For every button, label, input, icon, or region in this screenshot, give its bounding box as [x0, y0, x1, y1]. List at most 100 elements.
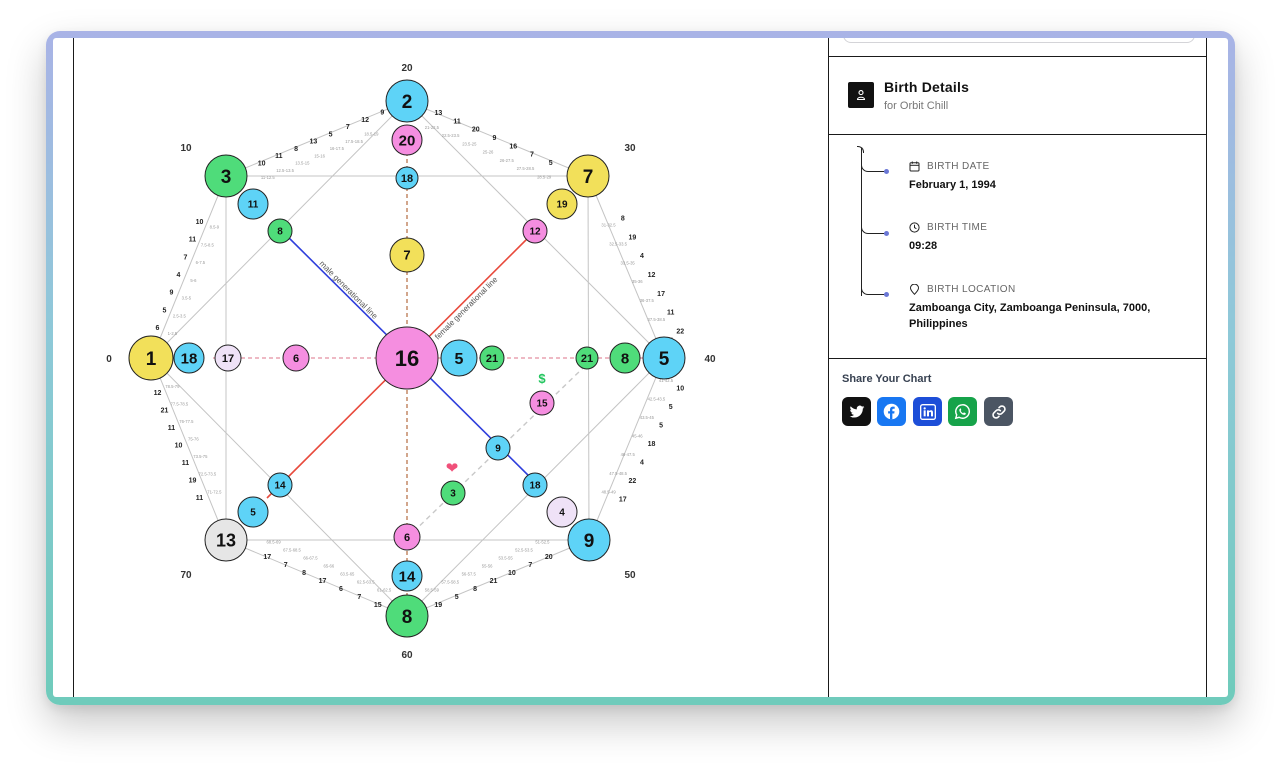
tick-top-right-age-range: 28.5-29	[537, 174, 552, 179]
tick-top-right-age-range: 26-27.5	[500, 158, 515, 163]
search-field-stub[interactable]	[843, 38, 1195, 43]
matrix-node-tr-2-value: 19	[556, 200, 568, 211]
tick-bottom-right-age-range: 53.5-55	[498, 555, 513, 560]
matrix-node-left-3-value: 17	[222, 353, 234, 365]
age-label-40: 40	[704, 354, 716, 365]
tick-bottom-right-age-range: 56-57.5	[462, 571, 477, 576]
tick-top-right-age-value: 11	[453, 118, 461, 125]
matrix-node-bl-3-value: 14	[274, 481, 286, 492]
matrix-node-money-value: 15	[536, 399, 548, 410]
tick-left-lower-age-value: 21	[161, 407, 169, 414]
tick-right-lower-age-value: 17	[619, 497, 627, 504]
whatsapp-icon	[954, 404, 970, 420]
tick-bottom-left-age-range: 62.5-63.5	[357, 579, 375, 584]
tick-left-lower-age-value: 10	[175, 443, 183, 450]
app-window: male generational line female generationa…	[53, 38, 1228, 697]
whatsapp-share-button[interactable]	[948, 397, 977, 426]
linkedin-share-button[interactable]	[913, 397, 942, 426]
tick-bottom-left-age-range: 67.5-68.5	[283, 547, 301, 552]
birth-date-value: February 1, 1994	[909, 179, 996, 191]
tick-left-lower-age-value: 11	[168, 425, 176, 432]
matrix-node-br-3-value: 18	[529, 481, 541, 492]
tick-top-right-age-value: 9	[493, 135, 497, 142]
timeline-dot	[884, 292, 889, 297]
timeline-branch	[861, 163, 886, 172]
twitter-share-button[interactable]	[842, 397, 871, 426]
tick-right-lower-age-value: 10	[676, 385, 684, 392]
map-pin-icon	[909, 284, 920, 295]
facebook-share-button[interactable]	[877, 397, 906, 426]
tick-top-right-age-value: 16	[509, 143, 517, 150]
tick-right-upper-age-range: 37.5-38.5	[648, 317, 666, 322]
matrix-node-tr-3-value: 12	[529, 227, 541, 238]
birth-location-label: BIRTH LOCATION	[909, 284, 1016, 295]
matrix-node-bottom-2-value: 14	[399, 568, 416, 585]
birth-details-title: Birth Details	[884, 79, 970, 95]
tick-right-upper-age-value: 4	[640, 253, 644, 260]
tick-left-lower-age-range: 72.5-73.5	[199, 472, 217, 477]
matrix-node-right-center-value: 5	[455, 351, 464, 368]
matrix-node-9-value: 9	[584, 531, 595, 552]
timeline-line	[861, 148, 862, 296]
tick-right-upper-age-value: 12	[648, 272, 656, 279]
tick-bottom-right-age-range: 57.5-58.5	[441, 579, 459, 584]
tick-bottom-left-age-value: 7	[357, 594, 361, 601]
age-label-70: 70	[180, 570, 192, 581]
timeline-branch	[861, 286, 886, 295]
age-label-0: 0	[106, 354, 112, 365]
copy-link-button[interactable]	[984, 397, 1013, 426]
tick-bottom-right-age-value: 10	[508, 570, 516, 577]
tick-bottom-left-age-range: 63.5-65	[340, 571, 355, 576]
birth-time-value: 09:28	[909, 240, 938, 252]
tick-right-lower-age-value: 18	[648, 441, 656, 448]
tick-top-left-age-value: 12	[361, 117, 369, 124]
tick-left-lower-age-value: 11	[182, 460, 190, 467]
matrix-node-bottom-3-value: 6	[404, 532, 410, 544]
tick-left-upper-age-value: 6	[156, 325, 160, 332]
age-label-20: 20	[401, 63, 413, 74]
matrix-node-love-value: 3	[450, 489, 456, 500]
tick-top-right-age-range: 22.5-23.5	[442, 133, 460, 138]
tick-bottom-right-age-range: 51-52.5	[535, 539, 550, 544]
tick-left-upper-age-value: 10	[196, 219, 204, 226]
matrix-node-7-value: 7	[583, 167, 594, 188]
matrix-node-13-value: 13	[216, 530, 236, 550]
tick-left-lower-age-range: 76-77.5	[179, 419, 194, 424]
tick-right-lower-age-range: 42.5-43.5	[648, 397, 666, 402]
timeline-dot	[884, 169, 889, 174]
tick-left-upper-age-range: 7.5-8.5	[201, 242, 215, 247]
timeline-branch	[861, 225, 886, 234]
tick-bottom-left-age-value: 8	[302, 570, 306, 577]
facebook-icon	[883, 403, 900, 420]
tick-right-upper-age-value: 17	[657, 291, 665, 298]
timeline-line	[857, 146, 864, 153]
tick-left-lower-age-range: 73.5-75	[193, 454, 208, 459]
matrix-node-right-3-value: 21	[581, 353, 593, 365]
tick-left-upper-age-range: 1-2.5	[168, 331, 178, 336]
tick-top-left-age-range: 15-16	[314, 153, 325, 158]
tick-right-lower-age-value: 22	[628, 478, 636, 485]
tick-right-upper-age-range: 36-37.5	[640, 298, 655, 303]
matrix-node-br-2-value: 4	[559, 508, 565, 519]
matrix-node-bl-2-value: 5	[250, 508, 256, 519]
tick-top-left-age-range: 18.5-19	[364, 132, 379, 137]
tick-left-lower-age-range: 78.5-79	[165, 384, 180, 389]
tick-left-upper-age-range: 5-6	[190, 278, 197, 283]
tick-top-right-age-value: 13	[434, 110, 442, 117]
tick-left-lower-age-range: 77.5-78.5	[171, 401, 189, 406]
divider	[829, 134, 1207, 135]
linkedin-icon	[919, 403, 936, 420]
birth-location-value: Zamboanga City, Zamboanga Peninsula, 700…	[909, 302, 1151, 330]
tick-right-upper-age-value: 8	[621, 215, 625, 222]
matrix-node-8-value: 8	[402, 607, 413, 628]
tick-top-right-age-range: 23.5-25	[462, 141, 477, 146]
tick-bottom-left-age-range: 65-66	[324, 563, 335, 568]
tick-bottom-left-age-value: 17	[263, 554, 271, 561]
tick-top-right-age-range: 21-22.5	[425, 125, 440, 130]
tick-top-left-age-value: 8	[294, 146, 298, 153]
tick-top-left-age-value: 10	[258, 160, 266, 167]
divider	[829, 358, 1207, 359]
matrix-node-5-value: 5	[659, 349, 670, 370]
matrix-node-left-2-value: 18	[181, 350, 198, 367]
tick-left-lower-age-value: 11	[196, 495, 204, 502]
